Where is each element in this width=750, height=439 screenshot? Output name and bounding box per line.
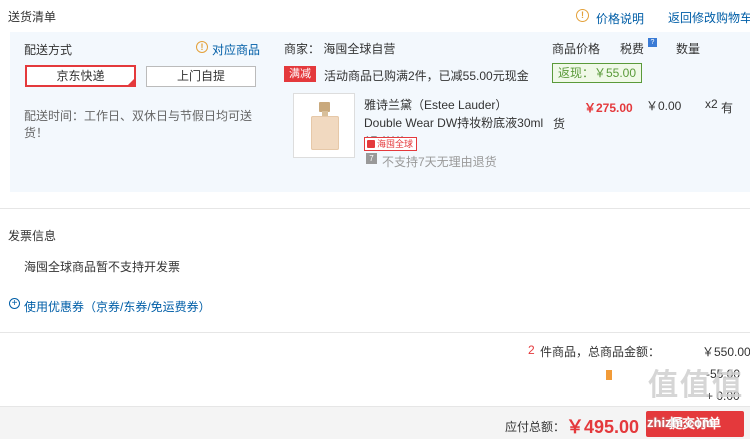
delivery-block: 配送方式 ! 对应商品 京东快递 上门自提 配送时间：工作日、双休日与节假日均可… bbox=[10, 32, 750, 192]
bottle-body-shape bbox=[311, 116, 339, 150]
global-icon bbox=[367, 140, 375, 148]
item-count: 2 bbox=[528, 343, 535, 357]
use-coupon-link[interactable]: 使用优惠券（京券/东券/免运费券） bbox=[24, 298, 211, 315]
order-header: 送货清单 ! 价格说明 返回修改购物车 bbox=[0, 0, 750, 30]
shipping-title: 配送方式 bbox=[24, 43, 73, 57]
page-title: 送货清单 bbox=[8, 10, 57, 24]
global-tag-badge: 海囤全球 bbox=[364, 137, 418, 151]
total-label: 应付总额： bbox=[505, 420, 566, 434]
section-divider bbox=[0, 208, 750, 209]
back-to-cart-link[interactable]: 返回修改购物车 bbox=[668, 9, 750, 26]
no-return-icon: 7 bbox=[366, 153, 377, 164]
column-header-tax: 税费 bbox=[620, 42, 645, 56]
checkout-bar: 应付总额： ￥495.00 提交订单 bbox=[0, 406, 750, 439]
cashback-badge: 返现：￥55.00 bbox=[552, 63, 642, 83]
help-icon[interactable]: ? bbox=[648, 38, 657, 47]
watermark-logo: 值值值 bbox=[648, 369, 744, 402]
stock-status-wrap: 货 bbox=[553, 117, 566, 131]
jd-express-option[interactable]: 京东快递 bbox=[25, 65, 136, 87]
plus-icon[interactable]: + bbox=[9, 298, 20, 309]
delivery-time-text: 配送时间：工作日、双休日与节假日均可送货！ bbox=[24, 109, 253, 140]
price-explain-link[interactable]: 价格说明 bbox=[596, 10, 644, 27]
info-icon: ! bbox=[196, 41, 208, 53]
shipping-panel: 配送方式 ! 对应商品 京东快递 上门自提 配送时间：工作日、双休日与节假日均可… bbox=[10, 32, 268, 192]
self-pickup-option[interactable]: 上门自提 bbox=[146, 66, 256, 87]
product-panel: 商家： 海囤全球自营 商品价格 税费 ? 数量 满减 活动商品已购满2件，已减5… bbox=[278, 32, 750, 192]
product-quantity: x2 bbox=[705, 97, 718, 111]
info-icon: ! bbox=[576, 9, 589, 22]
selected-check-icon bbox=[127, 78, 135, 86]
product-price: ￥275.00 bbox=[584, 101, 633, 115]
invoice-text: 海囤全球商品暂不支持开发票 bbox=[24, 260, 181, 274]
subtotal-value: ￥550.00 bbox=[702, 345, 750, 359]
column-header-price: 商品价格 bbox=[552, 42, 601, 56]
promo-text: 活动商品已购满2件，已减55.00元现金 bbox=[324, 69, 529, 83]
watermark-site: zhizhi.com bbox=[647, 415, 714, 430]
stock-status: 有 bbox=[721, 101, 734, 115]
product-thumbnail[interactable] bbox=[293, 93, 355, 158]
merchant-label: 商家： 海囤全球自营 bbox=[284, 42, 396, 56]
discount-icon bbox=[606, 370, 612, 380]
jd-express-label: 京东快递 bbox=[56, 69, 105, 83]
global-tag-label: 海囤全球 bbox=[377, 139, 414, 149]
promo-badge: 满减 bbox=[284, 66, 316, 82]
total-value: ￥495.00 bbox=[566, 417, 640, 437]
subtotal-label: 件商品，总商品金额： bbox=[540, 345, 661, 359]
section-divider bbox=[0, 332, 750, 333]
self-pickup-label: 上门自提 bbox=[176, 69, 225, 83]
no-return-text: 不支持7天无理由退货 bbox=[382, 155, 497, 169]
invoice-title: 发票信息 bbox=[8, 229, 57, 243]
product-tax: ￥0.00 bbox=[646, 99, 682, 113]
column-header-qty: 数量 bbox=[676, 42, 701, 56]
matching-products-link[interactable]: 对应商品 bbox=[212, 41, 260, 58]
